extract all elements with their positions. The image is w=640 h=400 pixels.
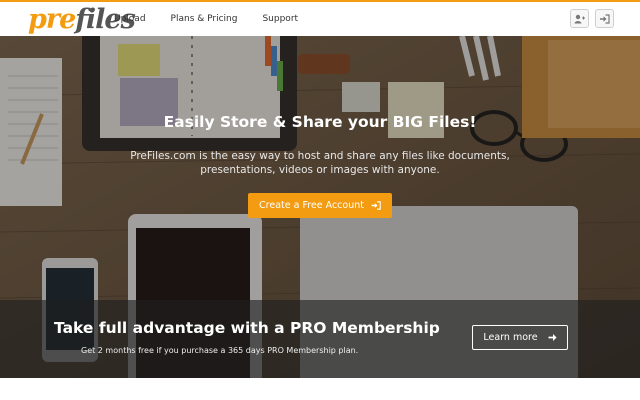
create-account-label: Create a Free Account bbox=[259, 200, 364, 211]
learn-more-label: Learn more bbox=[483, 332, 538, 343]
sign-in-icon bbox=[371, 201, 381, 210]
nav-plans-pricing[interactable]: Plans & Pricing bbox=[171, 14, 238, 24]
pro-title: Take full advantage with a PRO Membershi… bbox=[54, 319, 440, 337]
sign-in-icon bbox=[600, 13, 610, 24]
hero-section: Easily Store & Share your BIG Files! Pre… bbox=[0, 36, 640, 378]
arrow-right-icon bbox=[548, 334, 557, 341]
logo-pre: pre bbox=[28, 4, 76, 35]
register-button[interactable] bbox=[570, 9, 589, 28]
nav-support[interactable]: Support bbox=[262, 14, 298, 24]
top-navbar: prefiles Upload Plans & Pricing Support bbox=[0, 0, 640, 36]
learn-more-button[interactable]: Learn more bbox=[472, 325, 568, 350]
nav-upload[interactable]: Upload bbox=[114, 14, 146, 24]
add-user-icon bbox=[574, 14, 585, 23]
pro-subtitle: Get 2 months free if you purchase a 365 … bbox=[81, 346, 359, 355]
main-nav: Upload Plans & Pricing Support bbox=[114, 2, 323, 36]
page-bottom-area bbox=[0, 378, 640, 400]
pro-membership-banner: Take full advantage with a PRO Membershi… bbox=[0, 300, 640, 378]
nav-actions bbox=[570, 9, 614, 28]
login-button[interactable] bbox=[595, 9, 614, 28]
create-account-button[interactable]: Create a Free Account bbox=[248, 193, 392, 218]
hero-subtitle: PreFiles.com is the easy way to host and… bbox=[130, 150, 510, 176]
hero-title: Easily Store & Share your BIG Files! bbox=[163, 113, 477, 131]
